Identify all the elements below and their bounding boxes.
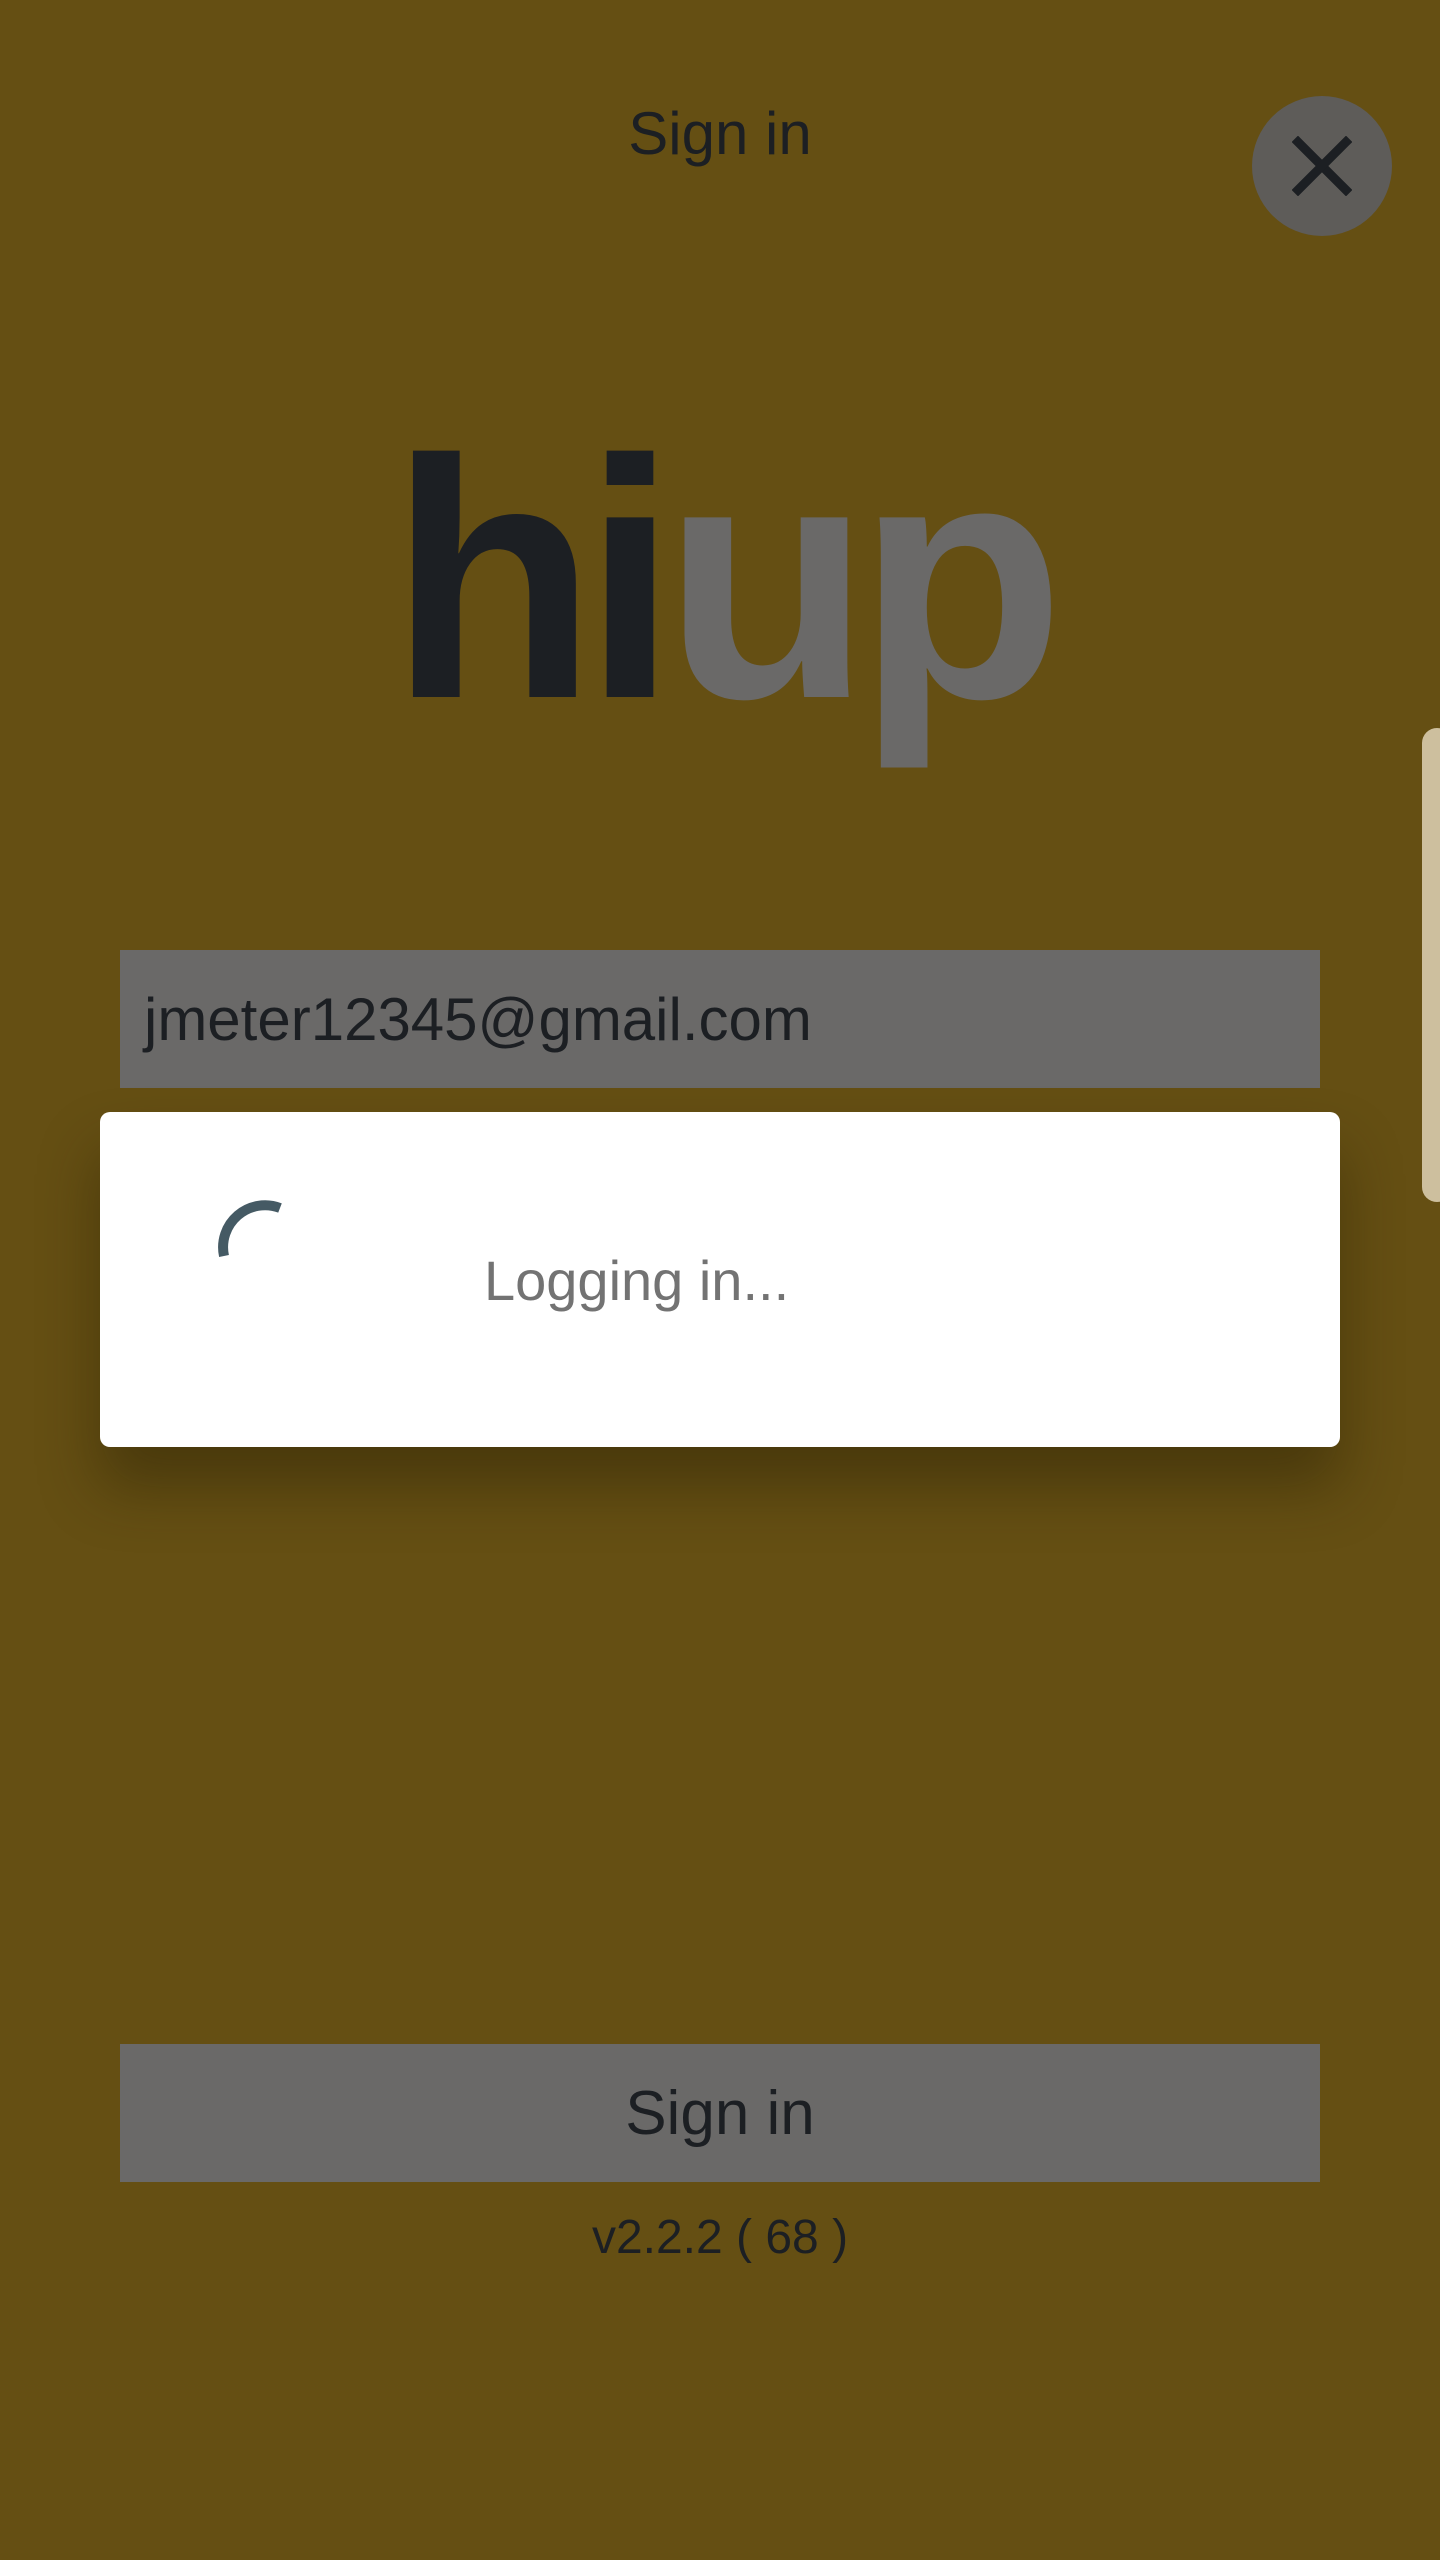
hiup-logo: hiup	[0, 400, 1440, 760]
loading-spinner-icon	[210, 1196, 300, 1286]
close-button[interactable]	[1252, 96, 1392, 236]
page-title: Sign in	[628, 100, 812, 167]
logo-part-hi: hi	[389, 390, 677, 770]
sign-in-button[interactable]: Sign in	[120, 2044, 1320, 2182]
app-version: v2.2.2 ( 68 )	[591, 2211, 849, 2264]
close-icon	[1292, 136, 1352, 196]
sign-in-screen: Sign in hiup jmeter12345@gmail.com Loggi…	[0, 0, 1440, 2560]
logo-part-up: up	[663, 390, 1064, 770]
side-drawer-handle[interactable]	[1422, 728, 1440, 1202]
dialog-message: Logging in...	[484, 1249, 790, 1312]
email-field[interactable]: jmeter12345@gmail.com	[120, 950, 1320, 1088]
